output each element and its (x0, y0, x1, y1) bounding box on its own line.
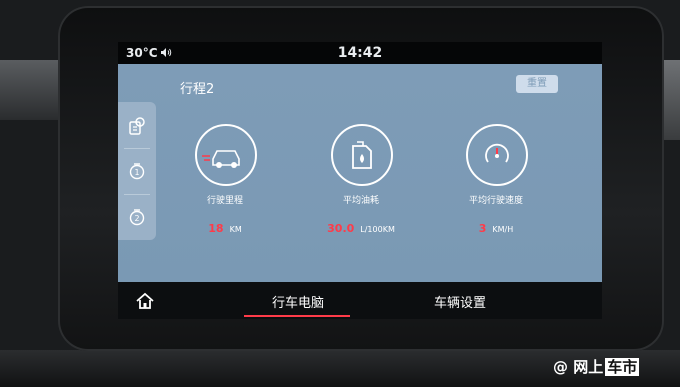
metric-value: 30.0 (327, 222, 355, 235)
tab-vehicle-settings[interactable]: 车辆设置 (408, 292, 512, 311)
metric-label: 平均油耗 (342, 196, 379, 206)
metric-unit: L/100KM (360, 225, 395, 234)
page-title: 行程2 (180, 82, 215, 97)
active-tab-indicator (244, 315, 350, 317)
tab-trip-2[interactable]: 2 (118, 195, 156, 239)
svg-text:1: 1 (134, 168, 139, 177)
trip-info-icon (129, 117, 145, 135)
infotainment-screen: 30°C 14:42 行程2 重置 1 2 行驶里程 18 KM 平均油耗 30… (118, 42, 602, 319)
trip-2-icon: 2 (129, 209, 145, 226)
metric-avg-speed: 平均行驶速度 3 KM/H (436, 124, 556, 244)
tab-trip-1[interactable]: 1 (118, 149, 156, 193)
dashboard-trim-right (664, 60, 680, 140)
clock: 14:42 (337, 45, 383, 61)
trip-computer-panel: 行程2 重置 1 2 行驶里程 18 KM 平均油耗 30.0 L/100KM … (118, 64, 602, 282)
metric-avg-fuel: 平均油耗 30.0 L/100KM (301, 124, 421, 244)
fuel-can-icon (352, 141, 372, 169)
bottom-nav-bar: 行车电脑 车辆设置 (118, 282, 602, 319)
tab-trip-info[interactable] (118, 104, 156, 148)
watermark-prefix: @ 网上 (553, 358, 604, 376)
metric-unit: KM (229, 225, 242, 234)
dashboard-trim-left (0, 60, 58, 120)
tab-trip-computer[interactable]: 行车电脑 (244, 292, 352, 311)
status-bar: 30°C 14:42 (118, 42, 602, 64)
car-icon (202, 150, 240, 168)
trip-1-icon: 1 (129, 163, 145, 180)
speedometer-icon (485, 143, 509, 163)
reset-button[interactable]: 重置 (516, 75, 558, 93)
metric-label: 行驶里程 (206, 196, 243, 206)
metric-unit: KM/H (492, 225, 514, 234)
metric-label: 平均行驶速度 (468, 196, 523, 206)
metric-distance: 行驶里程 18 KM (165, 124, 285, 244)
watermark: @ 网上 车市 (553, 356, 640, 377)
metric-value: 3 (478, 222, 487, 235)
home-icon[interactable] (134, 291, 156, 311)
trip-side-tabs: 1 2 (118, 102, 156, 240)
watermark-mark: 车市 (605, 358, 640, 376)
svg-text:2: 2 (134, 214, 139, 223)
metric-value: 18 (208, 222, 224, 235)
